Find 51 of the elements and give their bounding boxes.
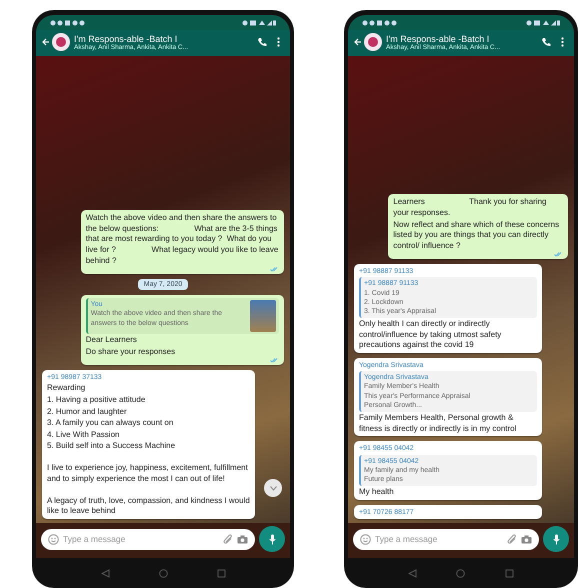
message-text: 2. Humor and laughter <box>47 406 128 418</box>
message-text: Family Members Health, Personal growth & fitness is directly or indirectly is in my control <box>359 413 518 434</box>
mic-button[interactable] <box>259 526 285 552</box>
emoji-icon <box>48 534 59 544</box>
phone-call-icon <box>541 37 551 47</box>
home-nav-icon <box>158 568 168 578</box>
more-menu-icon <box>277 37 280 47</box>
message-text: My health <box>359 487 395 498</box>
recents-nav-icon <box>216 568 226 578</box>
message-text: Watch the above video and then share the answers to the below questions: What are the 3-5 things that are most rewarding to you today ? What do you live for ? What legacy would you like to leave behind ? <box>86 213 279 266</box>
chevron-down-icon <box>270 486 276 490</box>
home-nav-icon <box>456 568 466 578</box>
message-text: Do share your responses <box>86 346 176 358</box>
message-text: Only health I can directly or indirectly control/influence by taking utmost safety precautions against the covid 19 <box>359 319 502 352</box>
chat-title[interactable]: I'm Respons-able -Batch I <box>74 34 253 44</box>
message-text: A legacy of truth, love, compassion, and kindness I would like to leave behind <box>47 496 250 517</box>
message-text: Rewarding <box>47 383 86 394</box>
back-arrow-icon <box>42 38 50 46</box>
double-tick-icon <box>554 252 563 258</box>
camera-icon <box>237 534 248 544</box>
more-menu-icon <box>561 37 564 47</box>
message-field[interactable]: Type a message <box>353 528 539 550</box>
recents-nav-icon <box>505 568 514 578</box>
message-text: 5. Build self into a Success Machine <box>47 441 176 452</box>
paperclip-icon <box>507 534 517 544</box>
back-nav-icon <box>408 568 417 578</box>
camera-icon <box>521 534 532 544</box>
group-avatar <box>52 33 70 51</box>
mic-button[interactable] <box>543 526 569 552</box>
back-arrow-icon <box>354 38 362 46</box>
group-avatar <box>364 33 382 51</box>
message-text: I live to experience joy, happiness, excitement, fulfillment and to simply experience the most I can out of life! <box>47 463 249 484</box>
message-text: Now reflect and share which of these concerns listed by you are things that you can directly control/ influence ? <box>393 220 560 252</box>
emoji-icon <box>360 534 371 544</box>
back-nav-icon <box>100 568 110 578</box>
chat-title[interactable]: I'm Respons-able -Batch I <box>386 34 537 44</box>
message-text: 4. Live With Passion <box>47 430 120 440</box>
message-text: 3. A family you can always count on <box>47 418 174 429</box>
message-text: Learners Thank you for sharing your responses. <box>393 197 548 219</box>
phone-call-icon <box>257 37 267 47</box>
status-icons <box>526 20 560 26</box>
paperclip-icon <box>223 534 233 544</box>
message-text: Dear Learners <box>86 335 138 346</box>
double-tick-icon <box>270 358 279 364</box>
message-text: 1. Having a positive attitude <box>47 394 146 406</box>
double-tick-icon <box>270 267 279 272</box>
scroll-down-button[interactable] <box>264 479 282 497</box>
microphone-icon <box>552 534 560 544</box>
microphone-icon <box>268 534 276 544</box>
message-field[interactable]: Type a message <box>41 528 255 550</box>
status-icons <box>242 20 276 26</box>
